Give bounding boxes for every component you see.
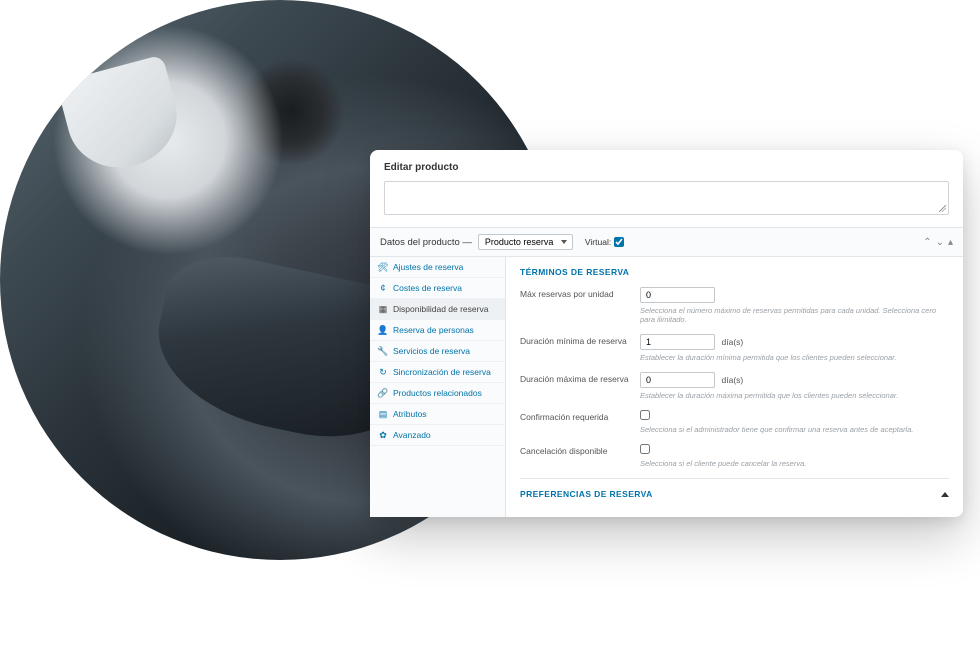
sync-icon: ↻ (378, 367, 388, 377)
sidebar-item-relacionados[interactable]: 🔗 Productos relacionados (370, 383, 505, 404)
field-duracion-maxima: Duración máxima de reserva día(s) Establ… (520, 372, 949, 400)
section-title-preferencias: PREFERENCIAS DE RESERVA (520, 489, 653, 499)
virtual-toggle[interactable]: Virtual: (585, 237, 624, 247)
unit-label: día(s) (722, 375, 744, 385)
sidebar-item-label: Reserva de personas (393, 325, 474, 335)
sidebar-item-avanzado[interactable]: ✿ Avanzado (370, 425, 505, 446)
sidebar-item-label: Disponibilidad de reserva (393, 304, 488, 314)
confirmacion-checkbox[interactable] (640, 410, 650, 420)
product-data-bar: Datos del producto — Producto reserva Vi… (370, 227, 963, 257)
field-duracion-minima: Duración mínima de reserva día(s) Establ… (520, 334, 949, 362)
preferencias-section-header[interactable]: PREFERENCIAS DE RESERVA (520, 478, 949, 511)
field-label: Confirmación requerida (520, 410, 630, 422)
panel-controls: ⌃ ⌄ ▴ (923, 237, 953, 248)
unit-label: día(s) (722, 337, 744, 347)
description-editor[interactable] (384, 181, 949, 215)
max-reservas-input[interactable] (640, 287, 715, 303)
sidebar-item-atributos[interactable]: ▤ Atributos (370, 404, 505, 425)
field-label: Duración máxima de reserva (520, 372, 630, 384)
product-data-label: Datos del producto — (380, 237, 472, 248)
panel-title: Editar producto (370, 150, 963, 181)
wrench-icon: 🛠 (378, 262, 388, 272)
field-confirmacion: Confirmación requerida Selecciona si el … (520, 410, 949, 434)
field-max-reservas: Máx reservas por unidad Selecciona el nú… (520, 287, 949, 324)
sidebar-item-label: Atributos (393, 409, 427, 419)
sidebar-item-label: Servicios de reserva (393, 346, 470, 356)
virtual-checkbox[interactable] (614, 237, 624, 247)
sidebar-item-disponibilidad[interactable]: ▦ Disponibilidad de reserva (370, 299, 505, 320)
tool-icon: 🔧 (378, 346, 388, 356)
person-icon: 👤 (378, 325, 388, 335)
virtual-label: Virtual: (585, 237, 611, 247)
field-label: Máx reservas por unidad (520, 287, 630, 299)
sidebar-item-sincronizacion[interactable]: ↻ Sincronización de reserva (370, 362, 505, 383)
field-help: Establecer la duración máxima permitida … (640, 391, 949, 400)
field-label: Cancelación disponible (520, 444, 630, 456)
panel-toggle-icon[interactable]: ▴ (948, 237, 953, 248)
field-help: Selecciona si el administrador tiene que… (640, 425, 949, 434)
panel-collapse-up-icon[interactable]: ⌃ (923, 237, 931, 248)
cancelacion-checkbox[interactable] (640, 444, 650, 454)
sidebar-item-label: Ajustes de reserva (393, 262, 463, 272)
edit-product-panel: Editar producto Datos del producto — Pro… (370, 150, 963, 517)
gear-icon: ✿ (378, 430, 388, 440)
product-type-select[interactable]: Producto reserva (478, 234, 573, 250)
field-help: Selecciona el número máximo de reservas … (640, 306, 949, 324)
calendar-icon: ▦ (378, 304, 388, 314)
sidebar-item-label: Productos relacionados (393, 388, 482, 398)
link-icon: 🔗 (378, 388, 388, 398)
panel-collapse-down-icon[interactable]: ⌄ (936, 237, 944, 248)
duracion-minima-input[interactable] (640, 334, 715, 350)
sidebar-item-ajustes[interactable]: 🛠 Ajustes de reserva (370, 257, 505, 278)
section-title-terminos: TÉRMINOS DE RESERVA (520, 267, 949, 277)
duracion-maxima-input[interactable] (640, 372, 715, 388)
chevron-up-icon (941, 492, 949, 497)
field-help: Selecciona si el cliente puede cancelar … (640, 459, 949, 468)
sidebar-item-label: Sincronización de reserva (393, 367, 491, 377)
sidebar-item-label: Costes de reserva (393, 283, 462, 293)
field-help: Establecer la duración mínima permitida … (640, 353, 949, 362)
content-area: TÉRMINOS DE RESERVA Máx reservas por uni… (506, 257, 963, 517)
cent-icon: ¢ (378, 283, 388, 293)
sidebar-item-personas[interactable]: 👤 Reserva de personas (370, 320, 505, 341)
product-tabs-sidebar: 🛠 Ajustes de reserva ¢ Costes de reserva… (370, 257, 506, 517)
sidebar-item-servicios[interactable]: 🔧 Servicios de reserva (370, 341, 505, 362)
field-label: Duración mínima de reserva (520, 334, 630, 346)
sidebar-item-label: Avanzado (393, 430, 431, 440)
field-cancelacion: Cancelación disponible Selecciona si el … (520, 444, 949, 468)
sidebar-item-costes[interactable]: ¢ Costes de reserva (370, 278, 505, 299)
list-icon: ▤ (378, 409, 388, 419)
